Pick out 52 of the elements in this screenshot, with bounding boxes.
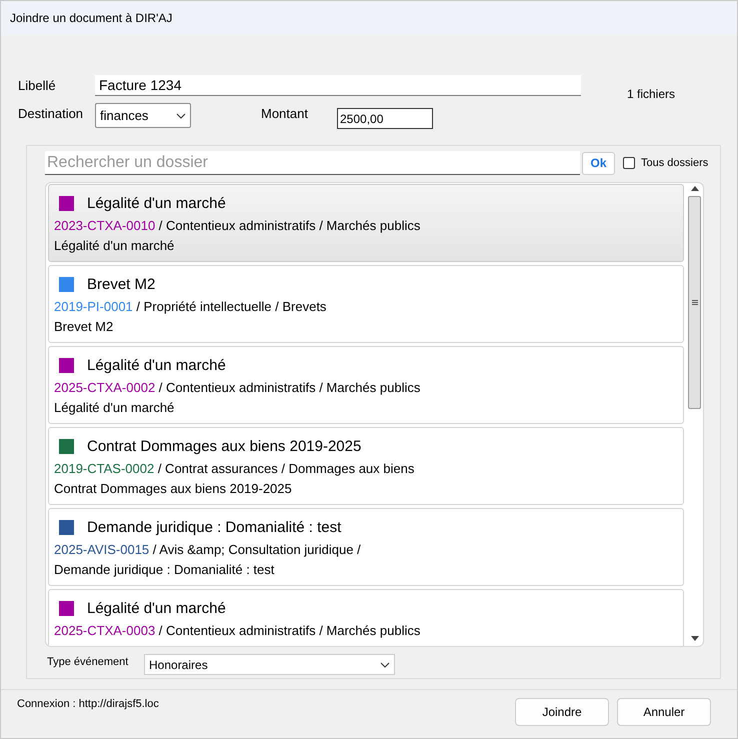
folder-title: Demande juridique : Domanialité : test <box>87 518 342 536</box>
scroll-thumb[interactable] <box>688 196 702 409</box>
file-count: 1 fichiers <box>627 87 676 101</box>
folder-path: / Avis &amp; Consultation juridique / <box>152 542 361 557</box>
connection-text: Connexion : http://dirajsf5.loc <box>17 698 160 710</box>
event-type-dropdown[interactable]: Honoraires <box>144 654 395 675</box>
folder-code: 2023-CTXA-0010 <box>54 218 156 233</box>
folder-description: Légalité d'un marché <box>54 238 176 253</box>
field-label: Type événement <box>47 656 130 668</box>
folder-card[interactable]: Légalité d'un marché 2025-CTXA-0003 / Contentieux administratifs / Marchés publics <box>48 589 684 646</box>
input-field[interactable]: Facture 1234 <box>95 75 581 96</box>
field-label: Destination <box>18 106 84 121</box>
scroll-up-icon[interactable] <box>690 186 699 191</box>
folder-code: 2025-CTXA-0003 <box>54 623 156 638</box>
folder-card[interactable]: Demande juridique : Domanialité : test 2025-AVIS-0015 / Avis &amp; Consultation juridique / Demande juridique : Domanialité : test <box>48 508 684 586</box>
folder-card[interactable]: Légalité d'un marché 2023-CTXA-0010 / Contentieux administratifs / Marchés publics Légalité d'un marché <box>48 184 684 262</box>
input-field[interactable]: 2500,00 <box>337 108 433 129</box>
grip-icon <box>692 300 698 305</box>
dialog-button[interactable]: Joindre <box>515 698 609 726</box>
search-field[interactable]: Rechercher un dossier <box>45 151 580 175</box>
folder-path: / Contentieux administratifs / Marchés publics <box>158 218 420 233</box>
folder-code: 2025-CTXA-0002 <box>54 380 156 395</box>
folder-title: Brevet M2 <box>87 276 156 292</box>
chevron-icon <box>176 112 186 118</box>
folder-code: 2025-AVIS-0015 <box>54 542 150 557</box>
folder-path: / Contentieux administratifs / Marchés publics <box>158 380 420 395</box>
folder-path: / Contentieux administratifs / Marchés publics <box>158 623 420 638</box>
folder-path: / Propriété intellectuelle / Brevets <box>135 299 326 314</box>
checkbox-label: Tous dossiers <box>641 157 708 169</box>
folder-code: 2019-CTAS-0002 <box>54 461 154 476</box>
folder-card[interactable]: Brevet M2 2019-PI-0001 / Propriété intellectuelle / Brevets Brevet M2 <box>48 265 684 343</box>
folder-description: Légalité d'un marché <box>54 400 176 415</box>
folder-description: Brevet M2 <box>54 319 114 334</box>
folder-title: Contrat Dommages aux biens 2019-2025 <box>87 438 362 454</box>
folder-card[interactable]: Contrat Dommages aux biens 2019-2025 2019-CTAS-0002 / Contrat assurances / Dommages aux biens Contrat Dommages aux biens 2019-2025 <box>48 427 684 505</box>
checkbox[interactable] <box>623 157 635 169</box>
ok-button[interactable]: Ok <box>582 152 615 174</box>
folder-title: Légalité d'un marché <box>87 194 226 212</box>
folder-card[interactable]: Légalité d'un marché 2025-CTXA-0002 / Contentieux administratifs / Marchés publics Légalité d'un marché <box>48 346 684 424</box>
folder-path: / Contrat assurances / Dommages aux biens <box>156 461 414 476</box>
destination-dropdown[interactable]: finances <box>95 103 191 128</box>
folder-description: Demande juridique : Domanialité : test <box>54 562 276 577</box>
folder-description: Contrat Dommages aux biens 2019-2025 <box>54 481 293 496</box>
folder-code: 2019-PI-0001 <box>54 299 133 314</box>
field-label: Montant <box>261 106 309 121</box>
dialog-button[interactable]: Annuler <box>617 698 711 726</box>
folder-title: Légalité d'un marché <box>87 600 226 616</box>
field-label: Libellé <box>18 78 57 93</box>
folder-title: Légalité d'un marché <box>87 356 226 374</box>
scroll-down-icon[interactable] <box>690 636 699 641</box>
window-title: Joindre un document à DIR'AJ <box>10 11 172 25</box>
chevron-icon <box>380 662 390 668</box>
